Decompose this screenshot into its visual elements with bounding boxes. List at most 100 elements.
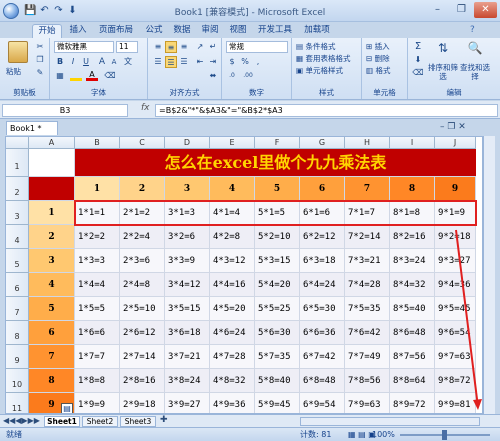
table-cell[interactable]: 3*1=3 xyxy=(165,201,210,225)
column-header[interactable]: E xyxy=(210,137,255,149)
sheet-tab-sheet1[interactable]: Sheet1 xyxy=(44,416,80,427)
column-header[interactable]: F xyxy=(255,137,300,149)
table-cell[interactable]: 5*6=30 xyxy=(255,321,300,345)
border-icon[interactable]: ▦ xyxy=(54,70,66,82)
header-number-cell[interactable]: 2 xyxy=(120,177,165,201)
decrease-decimal-button[interactable]: .00 xyxy=(242,70,254,82)
format-painter-icon[interactable]: ✎ xyxy=(34,67,46,79)
decrease-indent-icon[interactable]: ⇤ xyxy=(194,56,206,68)
header-number-cell[interactable]: 4 xyxy=(210,177,255,201)
table-cell[interactable]: 7*3=21 xyxy=(345,249,390,273)
table-cell[interactable]: 4*4=16 xyxy=(210,273,255,297)
table-cell[interactable]: 2*8=16 xyxy=(120,369,165,393)
tab-home[interactable]: 开始 xyxy=(32,24,62,38)
table-cell[interactable]: 7*6=42 xyxy=(345,321,390,345)
merge-center-icon[interactable]: ⬌ xyxy=(207,70,219,82)
fill-icon[interactable]: ⬇ xyxy=(412,54,424,66)
zoom-level[interactable]: 100% xyxy=(372,428,395,441)
sort-filter-button[interactable]: 排序和筛选 xyxy=(428,63,458,81)
insert-function-button[interactable]: fx xyxy=(141,103,150,113)
align-right-icon[interactable]: ☰ xyxy=(178,56,190,68)
table-cell[interactable]: 3*4=12 xyxy=(165,273,210,297)
help-icon[interactable]: ? xyxy=(470,25,475,35)
autosum-button[interactable]: Σ xyxy=(412,41,424,53)
table-cell[interactable]: 4*1=4 xyxy=(210,201,255,225)
table-cell[interactable]: 3*2=6 xyxy=(165,225,210,249)
table-cell[interactable]: 9*8=72 xyxy=(435,369,476,393)
table-cell[interactable]: 9*2=18 xyxy=(435,225,476,249)
table-cell[interactable]: 6*3=18 xyxy=(300,249,345,273)
header-number-cell[interactable]: 6 xyxy=(300,177,345,201)
italic-button[interactable]: I xyxy=(67,56,79,68)
header-number-cell[interactable]: 1 xyxy=(75,177,120,201)
table-cell[interactable]: 8*7=56 xyxy=(390,345,435,369)
table-cell[interactable]: 3*7=21 xyxy=(165,345,210,369)
table-cell[interactable]: 2*4=8 xyxy=(120,273,165,297)
grow-font-button[interactable]: A xyxy=(96,56,108,68)
column-header[interactable]: B xyxy=(75,137,120,149)
format-cells-button[interactable]: ▥ 格式 xyxy=(366,65,390,76)
currency-button[interactable]: $ xyxy=(226,56,238,68)
header-number-cell[interactable]: 3 xyxy=(165,177,210,201)
table-cell[interactable]: 9*7=63 xyxy=(435,345,476,369)
table-cell[interactable]: 3*5=15 xyxy=(165,297,210,321)
fill-color-icon[interactable] xyxy=(70,71,82,81)
column-header[interactable]: I xyxy=(390,137,435,149)
table-cell[interactable]: 5*1=5 xyxy=(255,201,300,225)
sheet-tab-sheet3[interactable]: Sheet3 xyxy=(120,416,156,427)
column-header[interactable]: C xyxy=(120,137,165,149)
sheet-tab-sheet2[interactable]: Sheet2 xyxy=(82,416,118,427)
table-cell[interactable]: 3*6=18 xyxy=(165,321,210,345)
row-header[interactable]: 2 xyxy=(6,177,29,201)
table-cell[interactable]: 2*2=4 xyxy=(120,225,165,249)
row-header[interactable]: 11 xyxy=(6,393,29,413)
table-cell[interactable]: 4*8=32 xyxy=(210,369,255,393)
table-cell[interactable]: 6*1=6 xyxy=(300,201,345,225)
row-label-cell[interactable]: 4 xyxy=(29,273,75,297)
clear-format-icon[interactable]: ⌫ xyxy=(104,70,116,82)
vertical-scrollbar[interactable] xyxy=(483,136,495,414)
office-button[interactable] xyxy=(3,3,19,19)
table-cell[interactable]: 6*8=48 xyxy=(300,369,345,393)
table-cell[interactable]: 9*5=45 xyxy=(435,297,476,321)
row-header[interactable]: 5 xyxy=(6,249,29,273)
cell-style-button[interactable]: ▣ 单元格样式 xyxy=(296,65,343,76)
row-header[interactable]: 10 xyxy=(6,369,29,393)
align-bottom-icon[interactable]: ≡ xyxy=(178,41,190,53)
table-cell[interactable]: 5*9=45 xyxy=(255,393,300,413)
number-format-select[interactable]: 常规 xyxy=(226,41,288,53)
column-header[interactable]: H xyxy=(345,137,390,149)
table-cell[interactable]: 4*7=28 xyxy=(210,345,255,369)
clear-icon[interactable]: ⌫ xyxy=(412,67,424,79)
column-header[interactable]: D xyxy=(165,137,210,149)
row-header[interactable]: 3 xyxy=(6,201,29,225)
table-cell[interactable]: 1*8=8 xyxy=(75,369,120,393)
table-cell[interactable]: 4*9=36 xyxy=(210,393,255,413)
table-cell[interactable]: 2*3=6 xyxy=(120,249,165,273)
row-label-cell[interactable]: 7 xyxy=(29,345,75,369)
sort-filter-icon[interactable]: ⇅ xyxy=(434,41,452,59)
tab-page-layout[interactable]: 页面布局 xyxy=(94,24,138,38)
table-cell[interactable]: 6*4=24 xyxy=(300,273,345,297)
align-center-icon[interactable]: ☰ xyxy=(165,56,177,68)
font-name-select[interactable]: 微软雅黑 xyxy=(54,41,114,53)
insert-sheet-icon[interactable]: ✚ xyxy=(160,415,168,425)
row-header[interactable]: 1 xyxy=(6,149,29,177)
minimize-button[interactable]: – xyxy=(426,2,449,18)
table-cell[interactable]: 1*9=9 xyxy=(75,393,120,413)
workbook-window-controls[interactable]: – ❐ ✕ xyxy=(440,122,466,132)
table-cell[interactable]: 1*6=6 xyxy=(75,321,120,345)
conditional-format-button[interactable]: ▤ 条件格式 xyxy=(296,41,335,52)
row-header[interactable]: 8 xyxy=(6,321,29,345)
copy-icon[interactable]: ❐ xyxy=(34,54,46,66)
column-header[interactable]: J xyxy=(435,137,476,149)
table-cell[interactable]: 9*6=54 xyxy=(435,321,476,345)
row-header[interactable]: 7 xyxy=(6,297,29,321)
customize-quick-access-icon[interactable]: ⬇ xyxy=(66,4,79,17)
comma-button[interactable]: , xyxy=(252,56,264,68)
row-header[interactable]: 9 xyxy=(6,345,29,369)
restore-button[interactable]: ❐ xyxy=(450,2,473,18)
table-cell[interactable]: 1*1=1 xyxy=(75,201,120,225)
delete-cells-button[interactable]: ⊟ 删除 xyxy=(366,53,390,64)
table-cell[interactable]: 1*4=4 xyxy=(75,273,120,297)
